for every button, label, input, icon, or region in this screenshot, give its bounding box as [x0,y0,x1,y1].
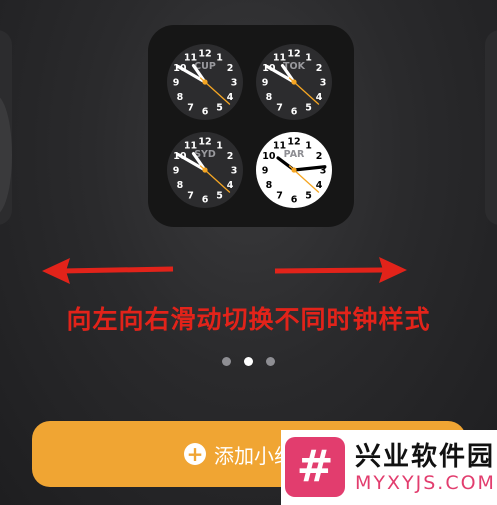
clock-numeral: 7 [187,191,194,202]
clock-numeral: 4 [316,180,323,191]
clock-center-cap [291,167,297,173]
clock-numeral: 12 [198,49,211,60]
clock-face: 121234567891011CUP [167,44,243,120]
clock-numeral: 4 [227,92,234,103]
page-dot[interactable] [222,357,231,366]
clock-numeral: 4 [316,92,323,103]
clock-numeral: 9 [173,78,180,89]
clock-numeral: 6 [202,195,209,206]
clock-numeral: 9 [173,166,180,177]
clock-face: 121234567891011TOK [256,44,332,120]
page-dot[interactable] [266,357,275,366]
clock-numeral: 5 [216,191,223,202]
watermark: # 兴业软件园 MYXYJS.COM [281,430,497,505]
clock-numeral: 1 [305,140,312,151]
plus-icon: + [184,443,206,465]
clock-numeral: 2 [227,63,234,74]
clock-cup: 121234567891011CUP [166,43,244,121]
right-arrow-icon [274,257,407,283]
clock-numeral: 1 [305,52,312,63]
clock-face: 121234567891011SYD [167,132,243,208]
clock-numeral: 12 [198,137,211,148]
clock-face: 12 1234567891011PAR [256,132,332,208]
clock-numeral: 7 [187,103,194,114]
clock-par: 12 1 2 3 4 5 6 7 8 9 10 11 PAR [255,131,333,209]
clock-numeral: 8 [177,92,184,103]
clock-numeral: 8 [266,180,273,191]
clock-center-cap [202,79,208,85]
watermark-logo: # [285,437,345,497]
clock-syd: 121234567891011SYD [166,131,244,209]
clock-numeral: 9 [262,78,269,89]
clock-numeral: 4 [227,180,234,191]
clock-city-label: PAR [284,149,305,160]
clock-numeral: 7 [276,191,283,202]
clock-center-cap [202,167,208,173]
clock-numeral: 3 [231,166,238,177]
watermark-url: MYXYJS.COM [355,472,496,494]
clock-center-cap [291,79,297,85]
page-indicator[interactable] [0,357,497,366]
clock-numeral: 1 [216,52,223,63]
left-arrow-icon [42,258,174,284]
clock-numeral: 6 [291,107,298,118]
swipe-hint-caption: 向左向右滑动切换不同时钟样式 [66,305,431,334]
watermark-title: 兴业软件园 [355,442,496,472]
clock-numeral: 9 [262,166,269,177]
clock-numeral: 5 [216,103,223,114]
next-widget-preview[interactable] [485,30,497,225]
clock-numeral: 8 [266,92,273,103]
clock-tok: 121234567891011TOK [255,43,333,121]
clock-numeral: 6 [291,195,298,206]
clock-numeral: 2 [316,63,323,74]
clock-numeral: 2 [316,151,323,162]
clock-numeral: 3 [231,78,238,89]
clock-numeral: 2 [227,151,234,162]
clock-numeral: 12 [287,49,300,60]
clock-numeral: 5 [305,103,312,114]
clock-numeral: 5 [305,191,312,202]
clock-numeral: 7 [276,103,283,114]
clock-numeral: 12 [287,137,300,148]
world-clock-widget[interactable]: 121234567891011CUP 121234567891011TOK 12… [148,25,354,227]
clock-numeral: 8 [177,180,184,191]
clock-numeral: 10 [262,151,276,162]
clock-numeral: 3 [320,78,327,89]
page-dot-active[interactable] [244,357,253,366]
clock-numeral: 1 [216,140,223,151]
clock-numeral: 6 [202,107,209,118]
